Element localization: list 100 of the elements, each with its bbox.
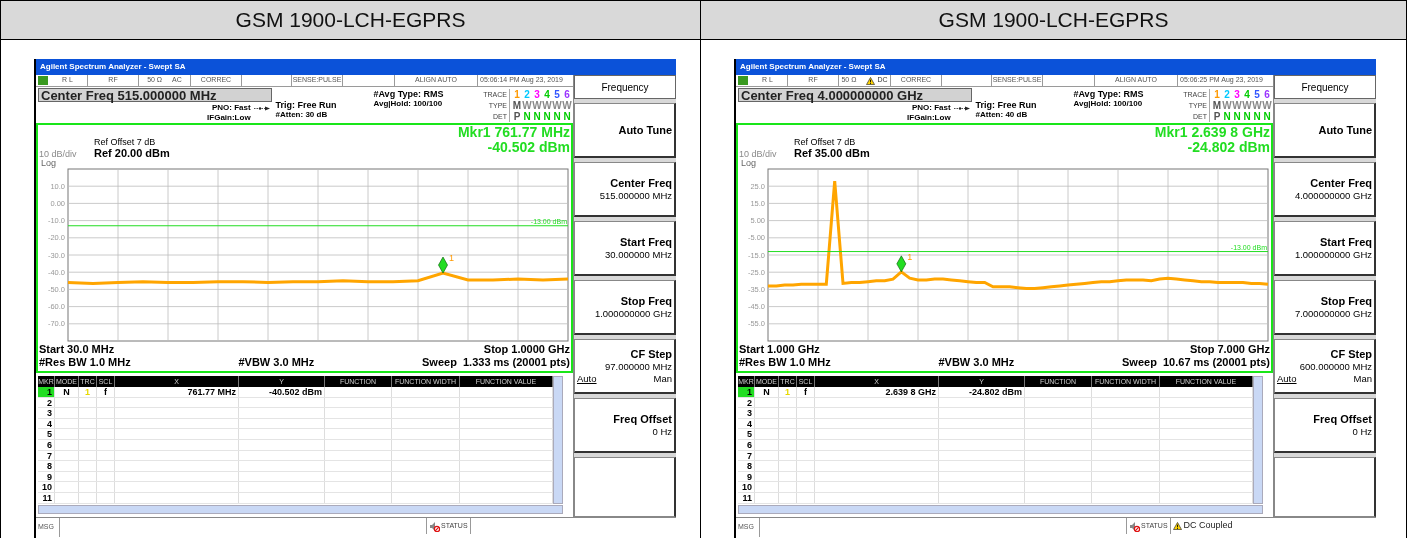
table-cell: -24.802 dBm bbox=[939, 387, 1025, 397]
trace-value: W bbox=[562, 100, 572, 111]
softkey-button[interactable]: Stop Freq 1.000000000 GHz bbox=[574, 280, 676, 335]
softkey-button[interactable]: Start Freq 1.000000000 GHz bbox=[1274, 221, 1376, 276]
trace-value: 4 bbox=[543, 89, 551, 100]
marker-diamond bbox=[438, 256, 448, 274]
marker-diamond bbox=[896, 255, 907, 273]
warning-icon bbox=[866, 76, 876, 85]
trace-value: N bbox=[532, 111, 542, 122]
arrow-icon bbox=[953, 105, 970, 111]
trigger-label: Trig: Free Run bbox=[275, 100, 338, 110]
trace-value: W bbox=[1252, 100, 1262, 111]
marker-number[interactable]: 1 bbox=[38, 387, 55, 397]
softkey-button[interactable]: CF Step 600.000000 MHz Auto Man bbox=[1274, 339, 1376, 394]
trace-value: 1 bbox=[1213, 89, 1221, 100]
trace-value: M bbox=[512, 100, 522, 111]
softkey-button[interactable]: Center Freq 4.000000000 GHz bbox=[1274, 162, 1376, 217]
trace-value: W bbox=[532, 100, 542, 111]
trigger-label: Trig: Free Run bbox=[975, 100, 1038, 110]
panel-heading: GSM 1900-LCH-EGPRS bbox=[938, 7, 1169, 34]
table-cell: 1 bbox=[79, 387, 97, 397]
window-title: Agilent Spectrum Analyzer - Swept SA bbox=[740, 61, 886, 73]
res-bw-label: #Res BW 1.0 MHz bbox=[739, 355, 831, 371]
if-gain-label: IFGain:Low bbox=[907, 113, 952, 123]
trace-value: M bbox=[1212, 100, 1222, 111]
softkey-button[interactable]: Auto Tune bbox=[574, 103, 676, 158]
marker-frequency: Mkr1 761.77 MHz bbox=[457, 125, 570, 140]
trace-value: 3 bbox=[533, 89, 541, 100]
stop-label: Stop 7.000 GHz bbox=[1189, 342, 1270, 358]
horizontal-scrollbar[interactable] bbox=[38, 504, 563, 514]
softkey-button[interactable]: Auto Tune bbox=[1274, 103, 1376, 158]
table-cell: N bbox=[55, 387, 79, 397]
softkey-button[interactable]: Stop Freq 7.000000000 GHz bbox=[1274, 280, 1376, 335]
trace-value: 5 bbox=[553, 89, 561, 100]
trace-value: N bbox=[522, 111, 532, 122]
marker-level: -24.802 dBm bbox=[1187, 140, 1270, 155]
trace-value: P bbox=[1212, 111, 1222, 122]
trace-value: N bbox=[542, 111, 552, 122]
res-bw-label: #Res BW 1.0 MHz bbox=[39, 355, 131, 371]
vertical-scrollbar[interactable] bbox=[553, 376, 563, 504]
horizontal-scrollbar[interactable] bbox=[738, 504, 1263, 514]
trace-value: P bbox=[512, 111, 522, 122]
avg-hold-label: Avg|Hold: 100/100 bbox=[373, 99, 444, 109]
avg-type-label: #Avg Type: RMS bbox=[373, 89, 445, 99]
ref-offset-label: Ref Offset 7 dB bbox=[794, 137, 857, 147]
vertical-scrollbar[interactable] bbox=[1253, 376, 1263, 504]
table-cell: N bbox=[755, 387, 779, 397]
trace-value: 6 bbox=[563, 89, 571, 100]
ref-level-label: Ref 20.00 dBm bbox=[94, 147, 170, 159]
if-gain-label: IFGain:Low bbox=[207, 113, 252, 123]
softkey-button[interactable] bbox=[574, 457, 676, 517]
marker-label: 1 bbox=[449, 253, 454, 264]
softkey-button[interactable]: Freq Offset 0 Hz bbox=[574, 398, 676, 453]
softkey-button[interactable]: Center Freq 515.000000 MHz bbox=[574, 162, 676, 217]
trace-value: 1 bbox=[513, 89, 521, 100]
avg-hold-label: Avg|Hold: 100/100 bbox=[1073, 99, 1144, 109]
pno-label: PNO: Fast bbox=[211, 103, 251, 113]
speaker-muted-icon bbox=[429, 520, 440, 532]
trace-value: W bbox=[552, 100, 562, 111]
softkey-button[interactable] bbox=[1274, 457, 1376, 517]
trace-value: 2 bbox=[1223, 89, 1231, 100]
trace-value: W bbox=[1222, 100, 1232, 111]
trace-value: 4 bbox=[1243, 89, 1251, 100]
lxi-icon bbox=[38, 76, 48, 85]
start-label: Start 30.0 MHz bbox=[39, 342, 115, 358]
scale-label: 10 dB/div bbox=[38, 149, 78, 159]
sweep-label: Sweep 10.67 ms (20001 pts) bbox=[1122, 355, 1270, 371]
atten-label: #Atten: 30 dB bbox=[275, 110, 329, 120]
trace-value: N bbox=[562, 111, 572, 122]
trace-value: W bbox=[1232, 100, 1242, 111]
trace-value: W bbox=[542, 100, 552, 111]
window-title: Agilent Spectrum Analyzer - Swept SA bbox=[40, 61, 186, 73]
trace-value: N bbox=[1252, 111, 1262, 122]
table-cell: 1 bbox=[779, 387, 797, 397]
log-label: Log bbox=[740, 159, 757, 167]
panel-heading: GSM 1900-LCH-EGPRS bbox=[235, 7, 466, 34]
table-cell: -40.502 dBm bbox=[239, 387, 325, 397]
warning-icon bbox=[1172, 522, 1182, 530]
softkey-button[interactable]: Freq Offset 0 Hz bbox=[1274, 398, 1376, 453]
ref-level-label: Ref 35.00 dBm bbox=[794, 147, 870, 159]
alert-text: DC Coupled bbox=[1183, 519, 1233, 533]
trace-value: N bbox=[1242, 111, 1252, 122]
arrow-icon bbox=[253, 105, 270, 111]
avg-type-label: #Avg Type: RMS bbox=[1073, 89, 1145, 99]
marker-number[interactable]: 1 bbox=[738, 387, 755, 397]
trace-value: 3 bbox=[1233, 89, 1241, 100]
softkey-button[interactable]: CF Step 97.000000 MHz Auto Man bbox=[574, 339, 676, 394]
pno-label: PNO: Fast bbox=[911, 103, 951, 113]
trace-value: N bbox=[1222, 111, 1232, 122]
trace-value: 2 bbox=[523, 89, 531, 100]
sweep-label: Sweep 1.333 ms (20001 pts) bbox=[422, 355, 570, 371]
marker-label: 1 bbox=[907, 251, 913, 262]
trace-value: N bbox=[1262, 111, 1272, 122]
marker-level: -40.502 dBm bbox=[487, 140, 570, 155]
table-cell: 761.77 MHz bbox=[115, 387, 239, 397]
trace-value: W bbox=[1242, 100, 1252, 111]
speaker-muted-icon bbox=[1129, 520, 1140, 532]
atten-label: #Atten: 40 dB bbox=[975, 110, 1029, 120]
table-cell: f bbox=[797, 387, 815, 397]
softkey-button[interactable]: Start Freq 30.000000 MHz bbox=[574, 221, 676, 276]
